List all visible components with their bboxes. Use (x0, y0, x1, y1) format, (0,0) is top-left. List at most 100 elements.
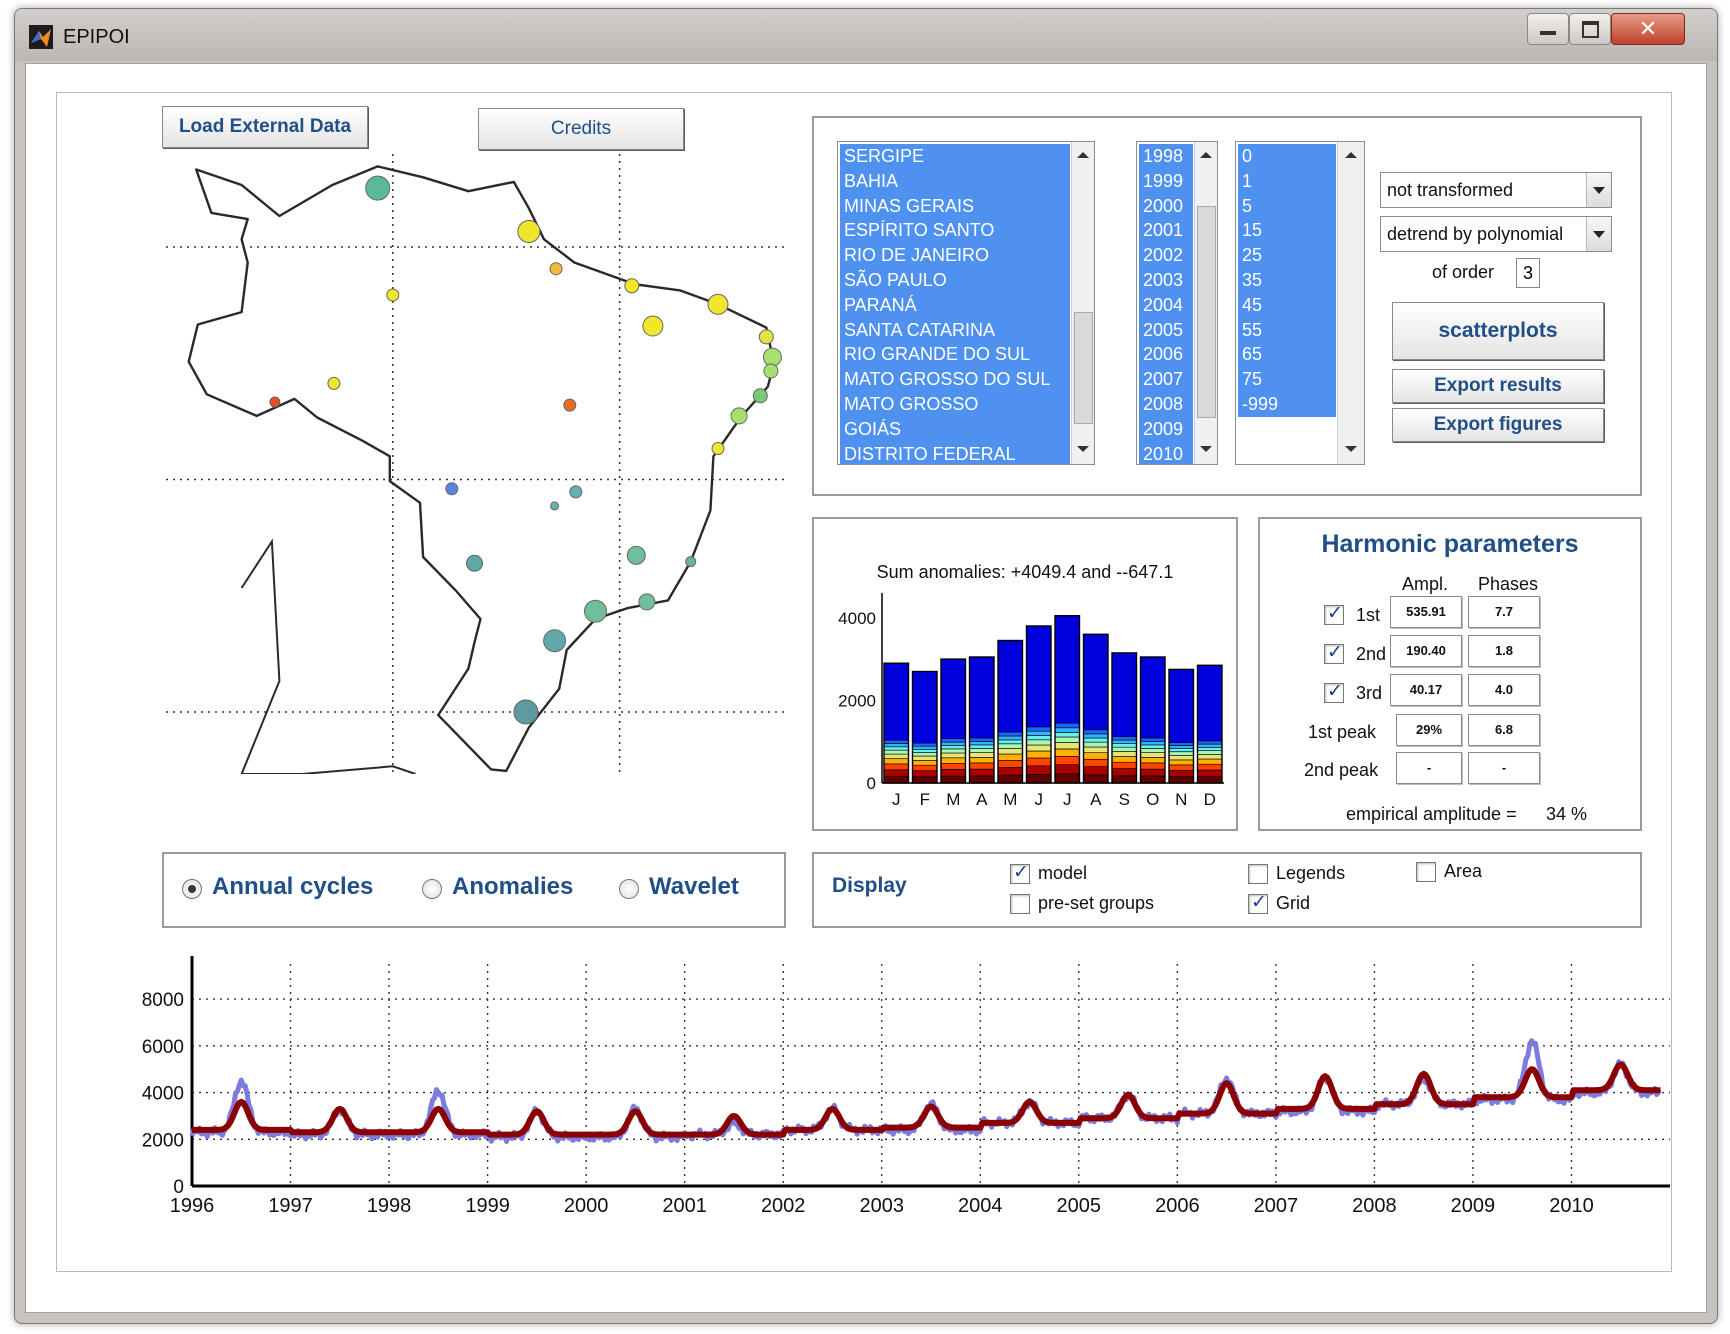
close-button[interactable]: ✕ (1611, 13, 1685, 45)
map-city-marker[interactable] (752, 388, 768, 404)
region-item[interactable]: BAHIA (840, 168, 1070, 194)
region-item[interactable]: MINAS GERAIS (840, 193, 1070, 219)
year-listbox[interactable]: 1998 1999 2000 2001 2002 2003 2004 2005 2006 2007… (1136, 141, 1218, 465)
year-item[interactable]: 2003 (1139, 267, 1193, 293)
region-item[interactable]: DISTRITO FEDERAL (840, 441, 1070, 464)
age-item[interactable]: 65 (1238, 342, 1336, 368)
map-city-marker[interactable] (707, 293, 729, 315)
map-city-marker[interactable] (730, 407, 748, 425)
anomalies-label[interactable]: Anomalies (452, 873, 573, 901)
bar-segment (940, 757, 966, 764)
grid-checkbox[interactable] (1248, 891, 1268, 914)
map-city-marker[interactable] (569, 485, 583, 499)
age-item[interactable]: 25 (1238, 243, 1336, 268)
map-city-marker[interactable] (550, 501, 560, 511)
region-item[interactable]: SANTA CATARINA (840, 317, 1070, 343)
year-item[interactable]: 1998 (1139, 144, 1193, 169)
region-listbox[interactable]: SERGIPE BAHIA MINAS GERAIS ESPÍRITO SANTO RI… (837, 141, 1095, 465)
region-item[interactable]: PARANÁ (840, 292, 1070, 318)
map-city-marker[interactable] (543, 629, 567, 653)
legends-checkbox[interactable] (1248, 864, 1268, 884)
map-city-marker[interactable] (758, 329, 774, 345)
map-city-marker[interactable] (626, 545, 646, 565)
region-item[interactable]: GOIÁS (840, 416, 1070, 442)
year-item[interactable]: 2004 (1139, 292, 1193, 318)
year-item[interactable]: 2000 (1139, 193, 1193, 219)
wavelet-radio[interactable] (619, 879, 639, 899)
anomalies-radio[interactable] (422, 879, 442, 899)
scroll-thumb[interactable] (1197, 206, 1216, 418)
region-item[interactable]: MATO GROSSO DO SUL (840, 367, 1070, 392)
harmonic-1st-checkbox[interactable] (1324, 602, 1344, 625)
age-item[interactable]: 5 (1238, 193, 1336, 219)
age-item[interactable]: 75 (1238, 367, 1336, 392)
map-city-marker[interactable] (386, 288, 400, 302)
age-item[interactable]: 0 (1238, 144, 1336, 169)
area-checkbox[interactable] (1416, 862, 1436, 882)
year-item[interactable]: 2010 (1139, 441, 1193, 464)
wavelet-label[interactable]: Wavelet (649, 873, 739, 901)
model-checkbox[interactable] (1010, 861, 1030, 884)
annual-cycles-radio[interactable] (182, 879, 202, 899)
map-city-marker[interactable] (638, 593, 656, 611)
map-city-marker[interactable] (549, 262, 563, 276)
pre-set-groups-checkbox[interactable] (1010, 894, 1030, 914)
map-city-marker[interactable] (327, 376, 341, 390)
map-city-marker[interactable] (269, 396, 281, 408)
region-item[interactable]: SERGIPE (840, 144, 1070, 169)
bar-segment (1168, 742, 1194, 746)
ts-y-tick-label: 2000 (142, 1130, 184, 1151)
minimize-button[interactable] (1527, 13, 1569, 45)
region-item[interactable]: RIO DE JANEIRO (840, 243, 1070, 268)
age-item[interactable]: 1 (1238, 168, 1336, 194)
year-item[interactable]: 2002 (1139, 243, 1193, 268)
order-input[interactable]: 3 (1516, 258, 1540, 288)
year-item[interactable]: 2006 (1139, 342, 1193, 368)
scroll-thumb[interactable] (1074, 312, 1093, 424)
map-city-marker[interactable] (584, 599, 607, 623)
map-city-marker[interactable] (624, 278, 640, 294)
region-item[interactable]: ESPÍRITO SANTO (840, 218, 1070, 244)
export-results-button[interactable]: Export results (1392, 369, 1604, 403)
map-city-marker[interactable] (763, 363, 779, 379)
harmonic-3rd-checkbox[interactable] (1324, 680, 1344, 703)
map-city-marker[interactable] (563, 398, 577, 412)
year-item[interactable]: 2001 (1139, 218, 1193, 244)
scatterplots-button[interactable]: scatterplots (1392, 302, 1604, 360)
age-item[interactable]: 35 (1238, 267, 1336, 293)
load-external-data-button[interactable]: Load External Data (162, 106, 368, 148)
region-item[interactable]: SÃO PAULO (840, 267, 1070, 293)
map-city-marker[interactable] (517, 220, 541, 243)
transform-select[interactable]: not transformed (1380, 172, 1612, 208)
map-city-marker[interactable] (642, 315, 664, 337)
year-item[interactable]: 2007 (1139, 367, 1193, 392)
map-city-marker[interactable] (513, 699, 539, 725)
map-city-marker[interactable] (466, 554, 483, 572)
region-scrollbar[interactable] (1071, 142, 1094, 464)
age-listbox[interactable]: 0 1 5 15 25 35 45 55 65 75 -999 (1235, 141, 1365, 465)
age-scrollbar[interactable] (1337, 142, 1364, 464)
year-scrollbar[interactable] (1194, 142, 1217, 464)
age-item[interactable]: -999 (1238, 391, 1336, 417)
map-city-marker[interactable] (711, 442, 725, 455)
age-item[interactable]: 55 (1238, 317, 1336, 343)
harmonic-2nd-checkbox[interactable] (1324, 641, 1344, 664)
year-item[interactable]: 2009 (1139, 416, 1193, 442)
brazil-map[interactable] (166, 154, 786, 774)
export-figures-button[interactable]: Export figures (1392, 408, 1604, 442)
region-item[interactable]: RIO GRANDE DO SUL (840, 342, 1070, 368)
annual-cycles-label[interactable]: Annual cycles (212, 873, 373, 901)
year-item[interactable]: 2008 (1139, 391, 1193, 417)
year-item[interactable]: 2005 (1139, 317, 1193, 343)
age-item[interactable]: 45 (1238, 292, 1336, 318)
maximize-button[interactable] (1569, 13, 1611, 45)
map-city-marker[interactable] (762, 347, 782, 367)
map-city-marker[interactable] (365, 175, 391, 201)
map-city-marker[interactable] (445, 482, 459, 496)
detrend-select[interactable]: detrend by polynomial (1380, 216, 1612, 252)
region-item[interactable]: MATO GROSSO (840, 391, 1070, 417)
year-item[interactable]: 1999 (1139, 168, 1193, 194)
credits-button[interactable]: Credits (478, 108, 684, 150)
map-city-marker[interactable] (685, 556, 697, 568)
age-item[interactable]: 15 (1238, 218, 1336, 244)
